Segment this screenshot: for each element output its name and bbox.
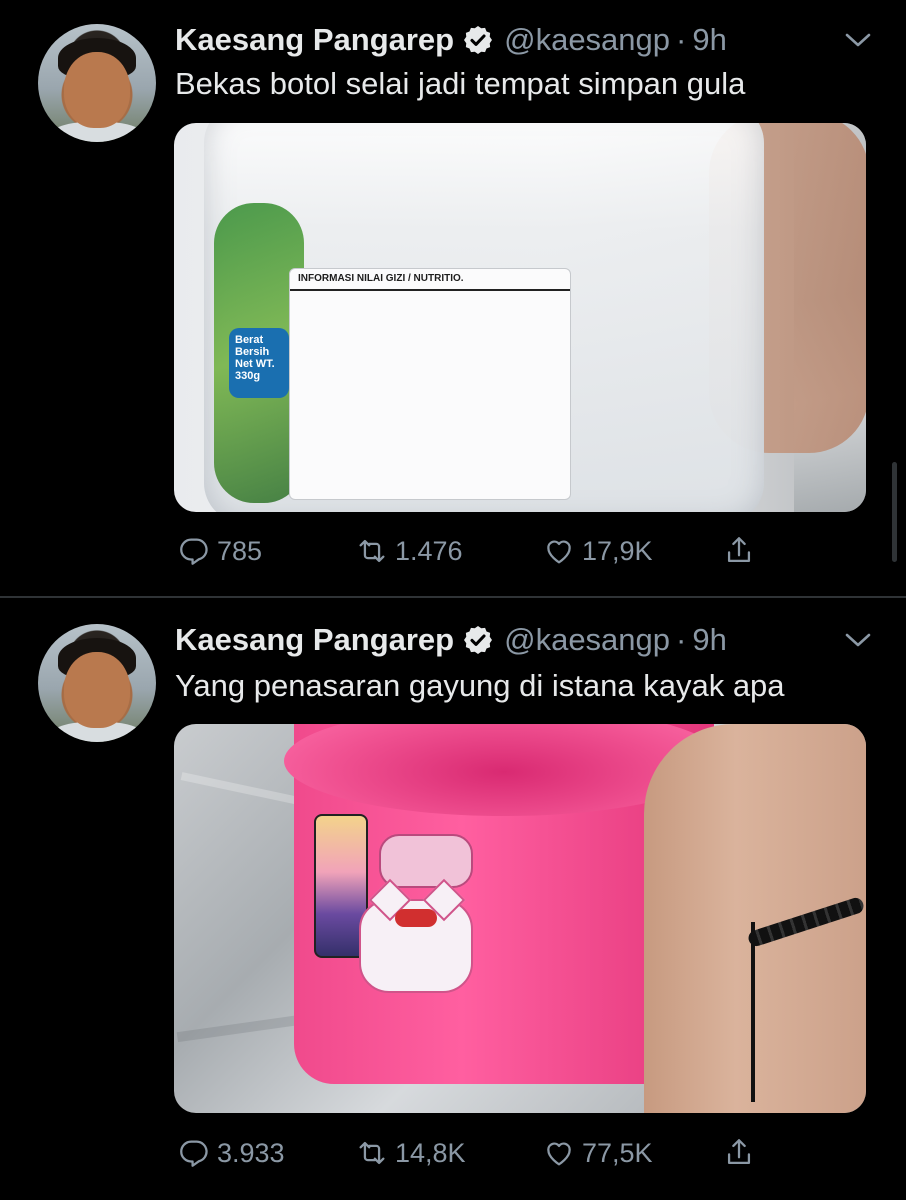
nutrition-label-title: INFORMASI NILAI GIZI / NUTRITIO. <box>290 269 570 291</box>
author-handle[interactable]: @kaesangp <box>504 622 670 658</box>
tweet-time[interactable]: 9h <box>692 22 726 58</box>
retweet-count: 1.476 <box>395 535 463 566</box>
like-count: 17,9K <box>582 535 653 566</box>
retweet-icon <box>359 1141 385 1165</box>
tweet-text: Yang penasaran gayung di istana kayak ap… <box>175 668 785 703</box>
tweet-text: Bekas botol selai jadi tempat simpan gul… <box>175 66 746 101</box>
reply-icon <box>180 538 208 565</box>
tweet-time[interactable]: 9h <box>692 622 726 658</box>
scrollbar-thumb[interactable] <box>892 462 897 562</box>
author-handle[interactable]: @kaesangp <box>504 22 670 58</box>
reply-count: 3.933 <box>217 1137 285 1168</box>
reply-button[interactable]: 3.933 <box>177 1128 285 1178</box>
tweet-actions: 3.933 14,8K 77,5K <box>0 1128 906 1178</box>
share-button[interactable] <box>722 526 756 576</box>
avatar[interactable] <box>38 24 156 142</box>
nutrition-label: INFORMASI NILAI GIZI / NUTRITIO. <box>289 268 571 500</box>
tweet-media[interactable]: Berat Bersih Net WT. 330g INFORMASI NILA… <box>174 123 866 512</box>
avatar-face <box>64 652 130 728</box>
tweet-actions: 785 1.476 17,9K <box>0 526 906 576</box>
separator-dot: · <box>676 622 687 657</box>
like-count: 77,5K <box>582 1137 653 1168</box>
net-weight-label: Berat Bersih Net WT. 330g <box>229 328 289 398</box>
avatar-face <box>64 52 130 128</box>
tweet-header: Kaesang Pangarep @kaesangp · 9h <box>175 620 727 660</box>
sticker-cat-face <box>359 878 473 993</box>
tweet[interactable]: Kaesang Pangarep @kaesangp · 9h Yang pen… <box>0 598 906 1200</box>
share-button[interactable] <box>722 1128 756 1178</box>
like-icon <box>547 540 571 564</box>
like-icon <box>547 1142 571 1166</box>
sticker-cats <box>379 834 473 888</box>
retweet-button[interactable]: 1.476 <box>355 526 463 576</box>
tweet-header: Kaesang Pangarep @kaesangp · 9h <box>175 20 727 60</box>
retweet-count: 14,8K <box>395 1137 466 1168</box>
reply-count: 785 <box>217 535 263 566</box>
author-name[interactable]: Kaesang Pangarep <box>175 622 454 658</box>
reply-icon <box>180 1140 208 1167</box>
chevron-down-icon[interactable] <box>843 30 873 50</box>
like-button[interactable]: 77,5K <box>542 1128 653 1178</box>
separator-dot: · <box>676 22 687 57</box>
author-name[interactable]: Kaesang Pangarep <box>175 22 454 58</box>
verified-badge-icon <box>464 26 493 54</box>
share-icon <box>727 537 751 563</box>
reply-button[interactable]: 785 <box>177 526 262 576</box>
verified-badge-icon <box>464 626 493 654</box>
chevron-down-icon[interactable] <box>843 630 873 650</box>
cat-bow <box>395 909 437 927</box>
tweet-media[interactable] <box>174 724 866 1113</box>
bracelet-string <box>751 922 755 1102</box>
like-button[interactable]: 17,9K <box>542 526 653 576</box>
share-icon <box>727 1139 751 1165</box>
retweet-button[interactable]: 14,8K <box>355 1128 466 1178</box>
retweet-icon <box>359 539 385 563</box>
tweet[interactable]: Kaesang Pangarep @kaesangp · 9h Bekas bo… <box>0 0 906 597</box>
avatar[interactable] <box>38 624 156 742</box>
